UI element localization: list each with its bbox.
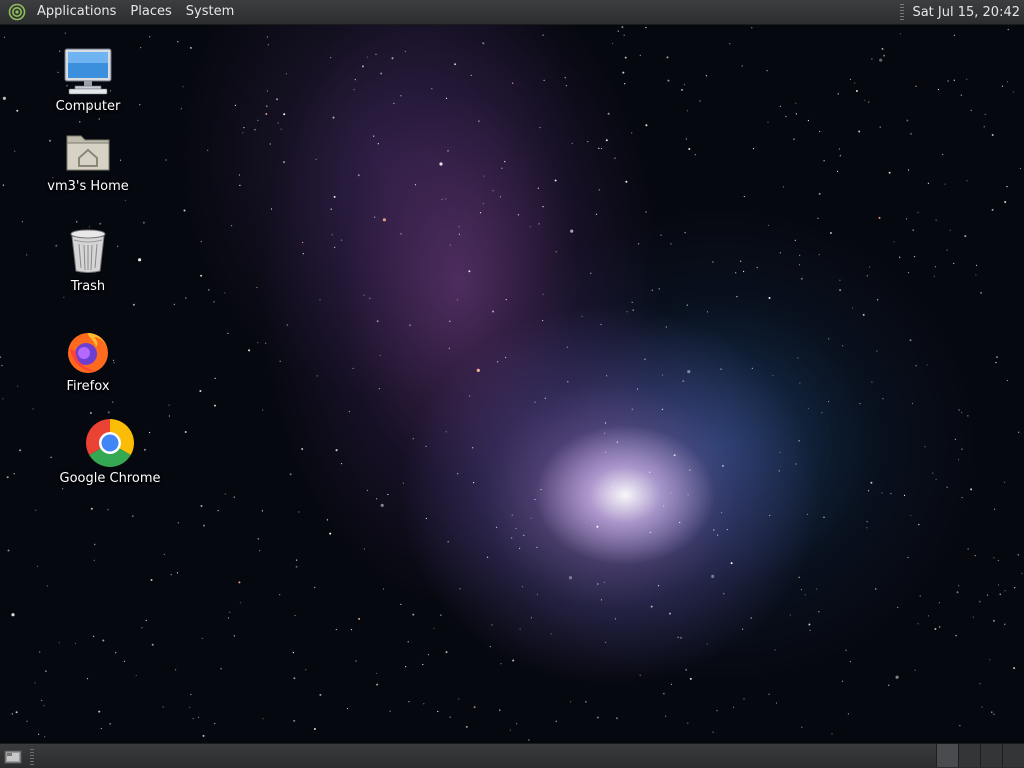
show-desktop-icon[interactable] — [2, 747, 24, 767]
starfield — [0, 26, 1023, 741]
desktop-wallpaper[interactable]: Computer vm3's Home Trash Firefox Google… — [0, 25, 1024, 743]
desktop-icon-label: vm3's Home — [47, 179, 129, 194]
desktop-icon-home[interactable]: vm3's Home — [33, 125, 143, 194]
menu-applications[interactable]: Applications — [30, 0, 123, 24]
computer-icon — [62, 45, 114, 97]
bottom-panel — [0, 743, 1024, 768]
chrome-icon — [84, 417, 136, 469]
desktop-icon-trash[interactable]: Trash — [33, 225, 143, 294]
workspace-3[interactable] — [980, 744, 1002, 767]
top-panel: Applications Places System Sat Jul 15, 2… — [0, 0, 1024, 25]
desktop-icon-label: Google Chrome — [59, 471, 161, 486]
desktop-icon-label: Computer — [55, 99, 121, 114]
desktop-icon-chrome[interactable]: Google Chrome — [55, 417, 165, 486]
menu-places[interactable]: Places — [123, 0, 178, 24]
panel-drag-handle[interactable] — [900, 4, 905, 20]
desktop-icon-label: Trash — [70, 279, 106, 294]
desktop-icon-label: Firefox — [66, 379, 110, 394]
workspace-switcher[interactable] — [936, 744, 1024, 768]
workspace-1[interactable] — [936, 744, 958, 767]
panel-drag-handle[interactable] — [30, 748, 34, 765]
home-folder-icon — [62, 125, 114, 177]
trash-icon — [62, 225, 114, 277]
menu-system[interactable]: System — [179, 0, 241, 24]
firefox-icon — [62, 325, 114, 377]
workspace-2[interactable] — [958, 744, 980, 767]
desktop-icon-firefox[interactable]: Firefox — [33, 325, 143, 394]
desktop-icon-computer[interactable]: Computer — [33, 45, 143, 114]
distro-logo-icon[interactable] — [8, 3, 26, 21]
clock[interactable]: Sat Jul 15, 20:42 — [912, 5, 1024, 20]
workspace-4[interactable] — [1002, 744, 1024, 767]
